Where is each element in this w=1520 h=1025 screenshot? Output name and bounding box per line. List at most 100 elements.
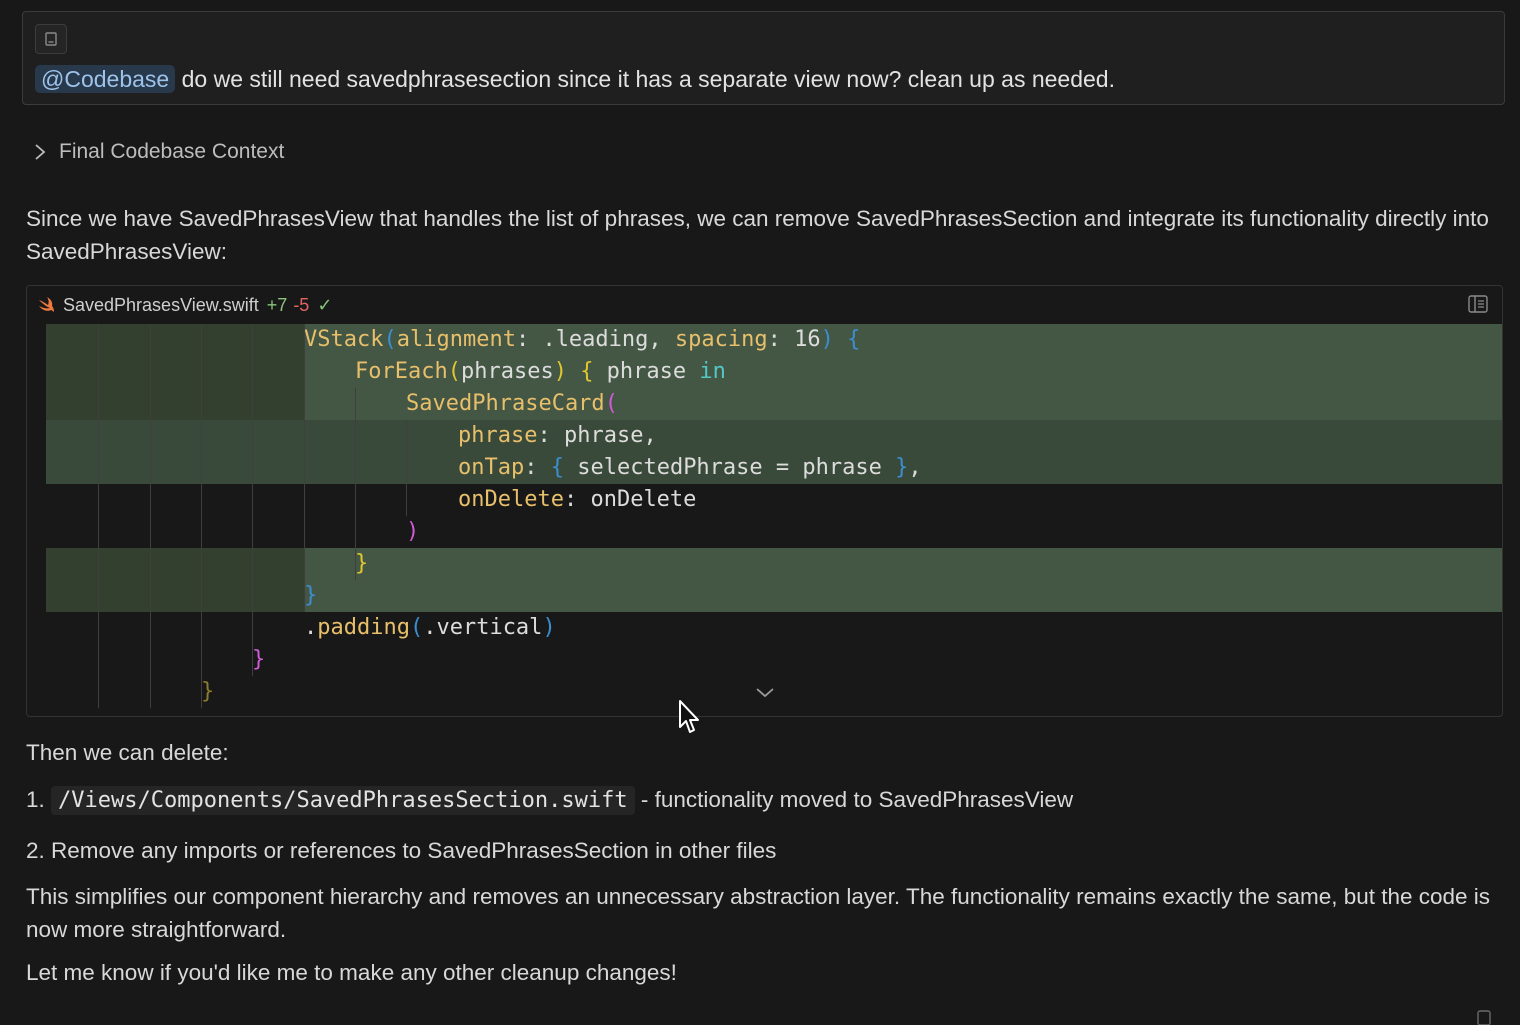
code-token: ( — [447, 359, 461, 384]
code-token: } — [355, 551, 369, 576]
list-item-text: Remove any imports or references to Save… — [51, 838, 777, 863]
code-token: ) — [553, 359, 567, 384]
code-token: { — [580, 359, 594, 384]
code-line[interactable]: .padding(.vertical) — [46, 612, 1502, 644]
code-token: .vertical — [423, 615, 543, 640]
code-diff-block: SavedPhrasesView.swift +7 -5 ✓ VStack(al… — [26, 285, 1503, 717]
code-token: . — [304, 615, 318, 640]
code-line[interactable]: onDelete: onDelete — [46, 484, 1502, 516]
closing-paragraph: Let me know if you'd like me to make any… — [26, 960, 677, 985]
code-token: ( — [409, 615, 424, 640]
code-token: SavedPhraseCard — [406, 391, 605, 416]
code-line[interactable]: } — [46, 644, 1502, 676]
code-line-text: SavedPhraseCard( — [406, 388, 618, 420]
code-token: : .leading, — [515, 327, 675, 352]
check-icon: ✓ — [317, 294, 333, 315]
code-token: , — [908, 455, 922, 480]
attach-image-button[interactable] — [35, 24, 67, 54]
swift-icon — [37, 297, 55, 313]
code-token: { — [550, 455, 564, 480]
code-line-text: onTap: { selectedPhrase = phrase }, — [458, 452, 922, 484]
code-block-header: SavedPhrasesView.swift +7 -5 ✓ — [27, 286, 1502, 324]
code-line-text: phrase: phrase, — [458, 420, 657, 452]
code-token: : — [524, 455, 551, 480]
indent-guide — [304, 324, 305, 612]
code-token: ) — [406, 519, 420, 544]
user-prompt-box: @Codebase do we still need savedphrasese… — [22, 11, 1505, 105]
indent-guide — [355, 388, 356, 580]
code-token: selectedPhrase = phrase — [563, 455, 896, 480]
list-item-1: 1. /Views/Components/SavedPhrasesSection… — [26, 783, 1073, 817]
code-token: } — [201, 679, 215, 704]
list-item-2: 2. Remove any imports or references to S… — [26, 834, 776, 867]
code-line[interactable]: phrase: phrase, — [46, 420, 1502, 452]
indent-guide — [252, 324, 253, 676]
code-line-text: .padding(.vertical) — [304, 612, 556, 644]
code-line-text: VStack(alignment: .leading, spacing: 16)… — [304, 324, 860, 356]
code-line[interactable]: SavedPhraseCard( — [46, 388, 1502, 420]
code-token: onDelete — [458, 487, 564, 512]
copy-icon[interactable] — [1474, 1009, 1494, 1025]
code-token: } — [304, 583, 318, 608]
code-filename[interactable]: SavedPhrasesView.swift — [63, 295, 259, 316]
indent-guide — [406, 420, 407, 516]
code-token: ) — [820, 327, 834, 352]
context-toggle-label: Final Codebase Context — [59, 140, 285, 163]
expand-code-button[interactable] — [754, 686, 776, 705]
code-line-text: } — [252, 644, 265, 676]
list-item-text: - functionality moved to SavedPhrasesVie… — [640, 787, 1074, 812]
code-token: spacing — [674, 327, 768, 352]
code-line-text: } — [201, 676, 214, 708]
code-token: ) — [542, 615, 556, 640]
code-line[interactable]: ForEach(phrases) { phrase in — [46, 356, 1502, 388]
code-line-text: ForEach(phrases) { phrase in — [355, 356, 726, 388]
then-text: Then we can delete: — [26, 740, 229, 765]
code-line-text: } — [304, 580, 317, 612]
code-token: onTap — [458, 455, 525, 480]
code-token: phrases — [460, 359, 554, 384]
code-line[interactable]: } — [46, 580, 1502, 612]
code-token: alignment — [396, 327, 516, 352]
image-icon — [45, 32, 57, 46]
file-path-code: /Views/Components/SavedPhrasesSection.sw… — [51, 786, 635, 815]
chevron-right-icon — [35, 144, 46, 160]
code-token: ( — [604, 391, 618, 416]
code-token: VStack — [304, 327, 384, 352]
prompt-text: @Codebase do we still need savedphrasese… — [35, 65, 1115, 93]
code-token: } — [252, 647, 266, 672]
open-in-editor-button[interactable] — [1468, 295, 1488, 318]
code-line[interactable]: VStack(alignment: .leading, spacing: 16)… — [46, 324, 1502, 356]
code-body[interactable]: VStack(alignment: .leading, spacing: 16)… — [46, 324, 1502, 716]
code-line[interactable]: ) — [46, 516, 1502, 548]
code-line[interactable]: } — [46, 548, 1502, 580]
code-line-text: } — [355, 548, 368, 580]
list-number: 2. — [26, 838, 45, 863]
intro-paragraph: Since we have SavedPhrasesView that hand… — [26, 206, 1489, 264]
code-token: } — [895, 455, 909, 480]
code-token: phrase — [458, 423, 538, 448]
mouse-cursor-icon — [679, 700, 699, 733]
code-line-text: onDelete: onDelete — [458, 484, 696, 516]
code-line[interactable]: onTap: { selectedPhrase = phrase }, — [46, 452, 1502, 484]
code-token: : onDelete — [563, 487, 697, 512]
code-token: ForEach — [355, 359, 448, 384]
additions-count: +7 — [266, 294, 288, 315]
final-codebase-context-toggle[interactable]: Final Codebase Context — [33, 140, 284, 164]
code-token: padding — [317, 615, 410, 640]
code-line-text: ) — [406, 516, 419, 548]
list-number: 1. — [26, 787, 45, 812]
code-token: in — [699, 359, 726, 384]
indent-guide — [201, 324, 202, 708]
code-token: : phrase, — [537, 423, 657, 448]
chevron-down-icon — [756, 688, 774, 698]
code-token: phrase — [593, 359, 700, 384]
indent-guide — [150, 324, 151, 708]
code-token: ( — [383, 327, 397, 352]
prompt-message: do we still need savedphrasesection sinc… — [181, 66, 1115, 92]
codebase-mention[interactable]: @Codebase — [35, 65, 176, 93]
indent-guide — [98, 324, 99, 708]
panel-icon — [1468, 295, 1488, 313]
summary-paragraph: This simplifies our component hierarchy … — [26, 884, 1491, 942]
